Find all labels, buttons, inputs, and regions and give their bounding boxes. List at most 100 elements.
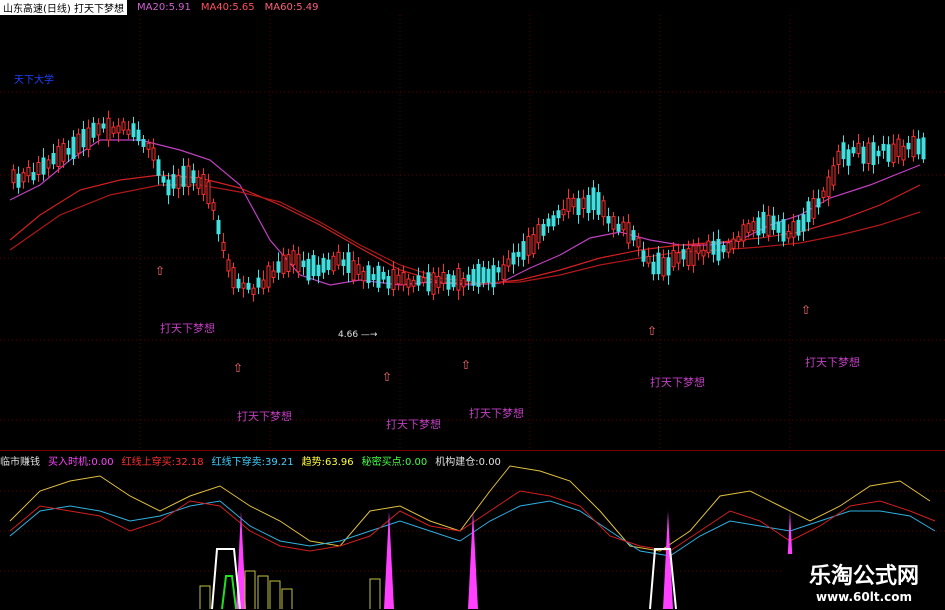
signal-label: 打天下梦想 [160, 322, 215, 335]
candle-body [316, 264, 321, 277]
candle-body [331, 255, 336, 272]
candle-body [141, 139, 146, 147]
candle-body [471, 268, 476, 286]
candle-body [456, 268, 461, 291]
candle-body [541, 223, 546, 236]
candle-body [771, 215, 776, 231]
candle-body [16, 173, 21, 188]
candle-body [866, 142, 871, 164]
candle-body [21, 172, 26, 183]
candle-body [906, 142, 911, 150]
candle-body [796, 219, 801, 236]
buy-arrow-icon: ⇧ [233, 361, 244, 375]
candle-body [896, 138, 901, 157]
candle-body [146, 142, 151, 150]
trend-value: 趋势:63.96 [301, 457, 354, 468]
candle-body [376, 265, 381, 288]
candle-body [106, 117, 111, 141]
candle-body [916, 138, 921, 155]
institution-value: 机构建仓:0.00 [435, 457, 501, 468]
candle-body [121, 121, 126, 131]
candle-body [396, 274, 401, 285]
candle-body [836, 150, 841, 165]
candle-body [81, 128, 86, 148]
candle-body [226, 259, 231, 272]
candle-body [26, 166, 31, 177]
candle-body [366, 265, 371, 284]
candle-body [526, 236, 531, 256]
candle-body [856, 142, 861, 154]
candle-body [186, 165, 191, 188]
corner-label: 天下大学 [14, 75, 54, 86]
main-header: 山东高速(日线) 打天下梦想 MA20:5.91 MA40:5.65 MA60:… [0, 0, 318, 15]
candle-body [806, 201, 811, 223]
candle-body [601, 200, 606, 218]
candle-body [441, 272, 446, 284]
candle-body [96, 123, 101, 136]
candle-body [451, 275, 456, 288]
main-chart-panel[interactable]: 山东高速(日线) 打天下梦想 MA20:5.91 MA40:5.65 MA60:… [0, 0, 945, 450]
watermark-url: www.60lt.com [815, 590, 913, 604]
candle-body [401, 272, 406, 286]
candle-body [411, 279, 416, 287]
candle-body [281, 254, 286, 274]
candle-body [51, 152, 56, 165]
candle-body [46, 159, 51, 169]
candle-body [286, 254, 291, 273]
candle-body [711, 240, 716, 255]
candle-body [691, 245, 696, 266]
candle-body [746, 223, 751, 233]
watermark-title: 乐淘公式网 [808, 564, 919, 589]
buy-arrow-icon: ⇧ [461, 358, 472, 372]
candle-body [251, 287, 256, 295]
candle-body [346, 252, 351, 273]
candle-body [821, 190, 826, 199]
signal-label: 打天下梦想 [650, 376, 705, 389]
candle-body [626, 222, 631, 244]
candle-body [296, 253, 301, 273]
candle-body [781, 219, 786, 242]
candle-body [736, 236, 741, 243]
candle-body [561, 208, 566, 216]
candle-body [326, 259, 331, 271]
candle-body [671, 250, 676, 268]
candle-body [511, 252, 516, 265]
candle-body [171, 174, 176, 189]
candle-body [731, 238, 736, 249]
candle-body [586, 195, 591, 213]
candle-body [56, 146, 61, 168]
candle-body [61, 143, 66, 162]
indicator-name: 临市赚钱 [0, 457, 40, 468]
candle-body [901, 145, 906, 161]
candle-body [236, 278, 241, 289]
price-note: 4.66 —→ [338, 330, 378, 340]
candle-body [246, 282, 251, 290]
candle-body [301, 260, 306, 268]
candle-body [486, 268, 491, 283]
candle-body [116, 125, 121, 134]
candle-body [156, 159, 161, 176]
candle-body [181, 165, 186, 187]
candle-body [421, 277, 426, 283]
candle-body [41, 157, 46, 175]
candle-body [211, 202, 216, 211]
candle-body [381, 271, 386, 280]
buy-arrow-icon: ⇧ [155, 264, 166, 278]
candle-body [491, 265, 496, 288]
candle-body [306, 258, 311, 281]
candle-body [871, 142, 876, 166]
candle-body [721, 245, 726, 253]
signal-label: 打天下梦想 [386, 418, 441, 431]
candlestick-chart [0, 15, 945, 450]
candle-body [206, 181, 211, 205]
candle-body [791, 221, 796, 238]
candle-body [266, 265, 271, 288]
candle-body [481, 267, 486, 284]
candle-body [696, 245, 701, 254]
candle-body [371, 274, 376, 281]
secret-buy-value: 秘密买点:0.00 [361, 457, 428, 468]
candle-body [651, 261, 656, 275]
candle-body [416, 275, 421, 286]
candle-body [886, 144, 891, 162]
candle-body [666, 257, 671, 276]
